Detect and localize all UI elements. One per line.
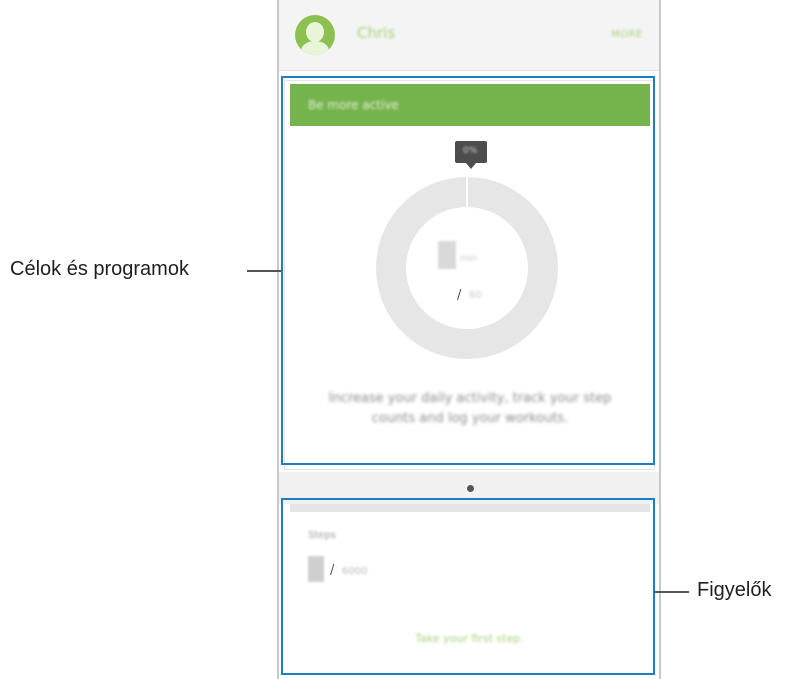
goals-callout-label: Célok és programok (10, 258, 189, 280)
goals-highlight-box (281, 76, 655, 465)
avatar-head (306, 22, 324, 42)
goals-callout-line (247, 270, 281, 272)
page-indicator-dot[interactable] (467, 485, 474, 492)
trackers-callout-line (655, 591, 689, 593)
trackers-highlight-box (281, 498, 655, 675)
more-button[interactable]: MORE (611, 29, 643, 40)
avatar[interactable] (295, 15, 335, 55)
profile-header: Chris MORE (279, 0, 659, 71)
avatar-body (301, 41, 329, 55)
username[interactable]: Chris (357, 24, 395, 42)
trackers-callout-label: Figyelők (697, 579, 772, 601)
